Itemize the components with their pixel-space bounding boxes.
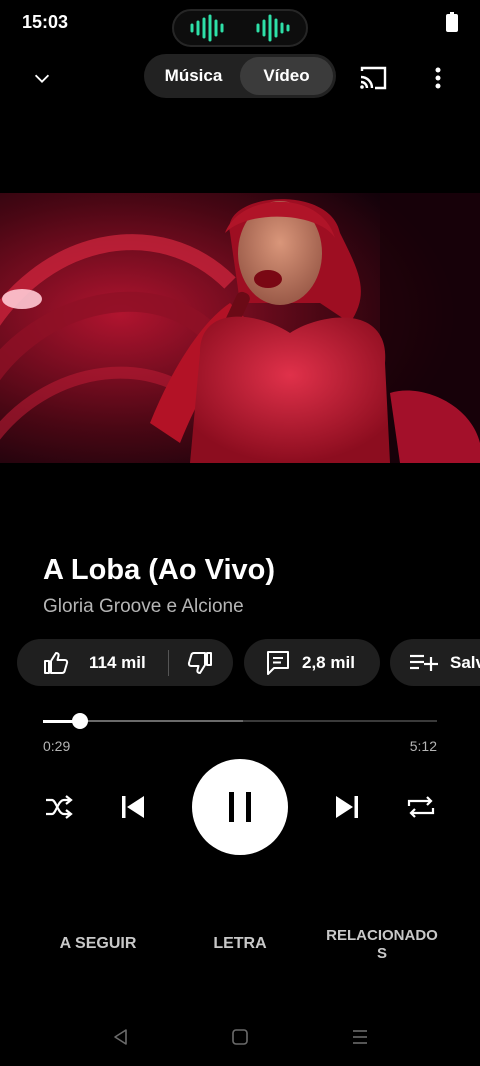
like-dislike-chip: 114 mil: [17, 639, 233, 686]
music-video-toggle: Música Vídeo: [144, 54, 336, 98]
playlist-add-icon: [410, 654, 438, 671]
repeat-button[interactable]: [402, 788, 440, 826]
repeat-icon: [407, 796, 435, 818]
shuffle-icon: [46, 795, 73, 819]
artist-name[interactable]: Gloria Groove e Alcione: [43, 596, 244, 618]
thumb-up-icon: [44, 651, 69, 674]
song-title: A Loba (Ao Vivo): [43, 554, 275, 586]
comments-button[interactable]: 2,8 mil: [244, 639, 380, 686]
more-options-button[interactable]: [418, 58, 458, 98]
status-time: 15:03: [22, 12, 69, 32]
seek-thumb[interactable]: [71, 713, 88, 729]
dislike-button[interactable]: [169, 639, 213, 686]
shuffle-button[interactable]: [40, 788, 78, 826]
tab-video[interactable]: Vídeo: [240, 57, 333, 95]
tab-lyrics[interactable]: LETRA: [190, 935, 290, 953]
next-button[interactable]: [328, 788, 366, 826]
seek-bar[interactable]: [43, 713, 437, 729]
comment-icon: [267, 650, 289, 675]
save-to-playlist-button[interactable]: Salvar: [390, 639, 480, 686]
system-nav-bar: [0, 1010, 480, 1066]
nav-home-button[interactable]: [225, 1022, 255, 1052]
tab-music[interactable]: Música: [147, 57, 240, 95]
skip-next-icon: [336, 796, 358, 818]
battery-icon: [446, 12, 458, 32]
comments-count: 2,8 mil: [302, 652, 355, 672]
pause-icon: [229, 792, 251, 822]
bottom-tabs: A SEGUIR LETRA RELACIONADOS: [0, 920, 480, 970]
back-triangle-icon: [114, 1029, 127, 1045]
nav-back-button[interactable]: [105, 1022, 135, 1052]
skip-previous-icon: [122, 796, 144, 818]
player-header: Música Vídeo: [0, 54, 480, 100]
like-button[interactable]: 114 mil: [17, 639, 146, 686]
video-player[interactable]: [0, 193, 480, 463]
cast-icon: [360, 66, 387, 90]
status-bar: 15:03: [0, 0, 480, 47]
previous-button[interactable]: [114, 788, 152, 826]
voice-activity-indicator: [172, 9, 308, 47]
cast-button[interactable]: [352, 58, 394, 98]
more-vert-icon: [435, 67, 441, 89]
elapsed-time: 0:29: [43, 738, 71, 754]
tab-related[interactable]: RELACIONADOS: [322, 927, 442, 963]
collapse-button[interactable]: [22, 58, 62, 98]
save-label: Salvar: [450, 652, 480, 672]
chevron-down-icon: [34, 74, 50, 83]
tab-up-next[interactable]: A SEGUIR: [38, 935, 158, 953]
thumb-down-icon: [187, 651, 212, 674]
total-time: 5:12: [409, 738, 437, 754]
home-square-icon: [232, 1029, 248, 1045]
nav-recents-button[interactable]: [345, 1022, 375, 1052]
menu-lines-icon: [353, 1030, 367, 1044]
action-chips: 114 mil 2,8 mil Salvar: [17, 639, 480, 687]
video-frame-image: [0, 193, 480, 463]
like-count: 114 mil: [89, 652, 146, 672]
play-pause-button[interactable]: [192, 759, 288, 855]
sound-wave-icon: [190, 14, 290, 42]
